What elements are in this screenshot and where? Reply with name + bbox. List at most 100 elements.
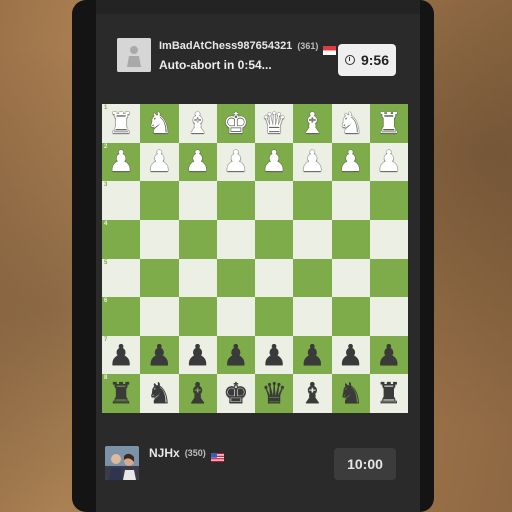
white-rook-piece[interactable]: ♜ — [376, 108, 402, 138]
square-g3[interactable] — [331, 181, 370, 220]
square-b8[interactable]: ♞ — [140, 374, 179, 413]
square-a4[interactable]: 4 — [102, 219, 141, 259]
white-pawn-piece[interactable]: ♟ — [376, 147, 402, 176]
square-e8[interactable]: ♛ — [255, 374, 294, 413]
square-c1[interactable]: ♝ — [178, 104, 217, 143]
square-a2[interactable]: 2 ♟ — [102, 142, 141, 182]
square-c5[interactable] — [178, 258, 217, 298]
white-king-piece[interactable]: ♚ — [223, 108, 249, 138]
square-b6[interactable] — [140, 297, 179, 336]
white-pawn-piece[interactable]: ♟ — [338, 147, 364, 176]
square-e1[interactable]: ♛ — [255, 104, 294, 143]
square-e5[interactable] — [255, 258, 294, 298]
square-g5[interactable] — [331, 258, 370, 298]
black-knight-piece[interactable]: ♞ — [338, 379, 364, 408]
square-a6[interactable]: 6 — [102, 297, 141, 336]
white-bishop-piece[interactable]: ♝ — [299, 108, 325, 138]
white-pawn-piece[interactable]: ♟ — [299, 147, 325, 176]
black-pawn-piece[interactable]: ♟ — [261, 340, 287, 370]
square-b4[interactable] — [140, 219, 179, 259]
square-h7[interactable]: ♟ — [369, 335, 408, 375]
square-f1[interactable]: ♝ — [293, 104, 332, 143]
square-f5[interactable] — [293, 258, 332, 298]
square-h4[interactable] — [369, 219, 408, 259]
square-g7[interactable]: ♟ — [331, 335, 370, 375]
square-a1[interactable]: 1 ♜ — [102, 104, 141, 143]
square-c4[interactable] — [178, 219, 217, 259]
square-b1[interactable]: ♞ — [140, 104, 179, 143]
square-d8[interactable]: ♚ — [216, 374, 255, 413]
square-h1[interactable]: ♜ — [369, 104, 408, 143]
square-d6[interactable] — [216, 297, 255, 336]
square-b5[interactable] — [140, 258, 179, 298]
opponent-username[interactable]: ImBadAtChess987654321 — [159, 40, 292, 52]
black-bishop-piece[interactable]: ♝ — [299, 379, 325, 408]
square-f2[interactable]: ♟ — [293, 142, 332, 182]
white-pawn-piece[interactable]: ♟ — [185, 147, 211, 176]
square-d2[interactable]: ♟ — [216, 142, 255, 182]
square-c7[interactable]: ♟ — [178, 335, 217, 375]
black-pawn-piece[interactable]: ♟ — [223, 340, 249, 370]
square-d4[interactable] — [216, 219, 255, 259]
white-knight-piece[interactable]: ♞ — [338, 108, 364, 138]
square-d7[interactable]: ♟ — [216, 335, 255, 375]
square-e6[interactable] — [255, 297, 294, 336]
black-pawn-piece[interactable]: ♟ — [185, 340, 211, 370]
black-pawn-piece[interactable]: ♟ — [299, 340, 325, 370]
white-bishop-piece[interactable]: ♝ — [185, 108, 211, 138]
black-king-piece[interactable]: ♚ — [223, 379, 249, 408]
square-g8[interactable]: ♞ — [331, 374, 370, 413]
chess-board[interactable]: 1 ♜ ♞ ♝ ♚ ♛ ♝ ♞ ♜ 2 ♟ ♟ ♟ ♟ ♟ ♟ ♟ ♟ 3 4 5 6 7 ♟ ♟ ♟ ♟ ♟ ♟ ♟ ♟ 8 ♜ ♞ ♝ ♚ ♛ ♝ ♞ ♜ — [102, 104, 408, 413]
black-queen-piece[interactable]: ♛ — [261, 379, 287, 408]
square-e3[interactable] — [255, 181, 294, 220]
square-a5[interactable]: 5 — [102, 258, 141, 298]
white-pawn-piece[interactable]: ♟ — [146, 147, 172, 176]
square-b7[interactable]: ♟ — [140, 335, 179, 375]
black-pawn-piece[interactable]: ♟ — [146, 340, 172, 370]
white-pawn-piece[interactable]: ♟ — [261, 147, 287, 176]
square-a8[interactable]: 8 ♜ — [102, 374, 141, 413]
black-bishop-piece[interactable]: ♝ — [185, 379, 211, 408]
square-b2[interactable]: ♟ — [140, 142, 179, 182]
white-pawn-piece[interactable]: ♟ — [108, 147, 134, 176]
square-c6[interactable] — [178, 297, 217, 336]
square-f8[interactable]: ♝ — [293, 374, 332, 413]
square-b3[interactable] — [140, 181, 179, 220]
square-a7[interactable]: 7 ♟ — [102, 335, 141, 375]
square-e2[interactable]: ♟ — [255, 142, 294, 182]
square-c3[interactable] — [178, 181, 217, 220]
square-h3[interactable] — [369, 181, 408, 220]
black-rook-piece[interactable]: ♜ — [376, 379, 402, 408]
square-c2[interactable]: ♟ — [178, 142, 217, 182]
white-queen-piece[interactable]: ♛ — [261, 108, 287, 138]
square-g1[interactable]: ♞ — [331, 104, 370, 143]
black-knight-piece[interactable]: ♞ — [146, 379, 172, 408]
square-g6[interactable] — [331, 297, 370, 336]
square-d5[interactable] — [216, 258, 255, 298]
square-f6[interactable] — [293, 297, 332, 336]
square-d3[interactable] — [216, 181, 255, 220]
square-h6[interactable] — [369, 297, 408, 336]
square-e4[interactable] — [255, 219, 294, 259]
square-h2[interactable]: ♟ — [369, 142, 408, 182]
square-d1[interactable]: ♚ — [216, 104, 255, 143]
opponent-avatar[interactable] — [117, 38, 151, 72]
black-rook-piece[interactable]: ♜ — [108, 379, 134, 408]
player-avatar[interactable] — [105, 446, 139, 480]
square-f3[interactable] — [293, 181, 332, 220]
white-pawn-piece[interactable]: ♟ — [223, 147, 249, 176]
white-rook-piece[interactable]: ♜ — [108, 108, 134, 138]
square-f7[interactable]: ♟ — [293, 335, 332, 375]
square-a3[interactable]: 3 — [102, 181, 141, 220]
black-pawn-piece[interactable]: ♟ — [376, 340, 402, 370]
square-g2[interactable]: ♟ — [331, 142, 370, 182]
square-e7[interactable]: ♟ — [255, 335, 294, 375]
square-f4[interactable] — [293, 219, 332, 259]
square-g4[interactable] — [331, 219, 370, 259]
white-knight-piece[interactable]: ♞ — [146, 108, 172, 138]
player-username[interactable]: NJHx — [149, 446, 180, 460]
black-pawn-piece[interactable]: ♟ — [108, 340, 134, 370]
square-h8[interactable]: ♜ — [369, 374, 408, 413]
black-pawn-piece[interactable]: ♟ — [338, 340, 364, 370]
square-h5[interactable] — [369, 258, 408, 298]
